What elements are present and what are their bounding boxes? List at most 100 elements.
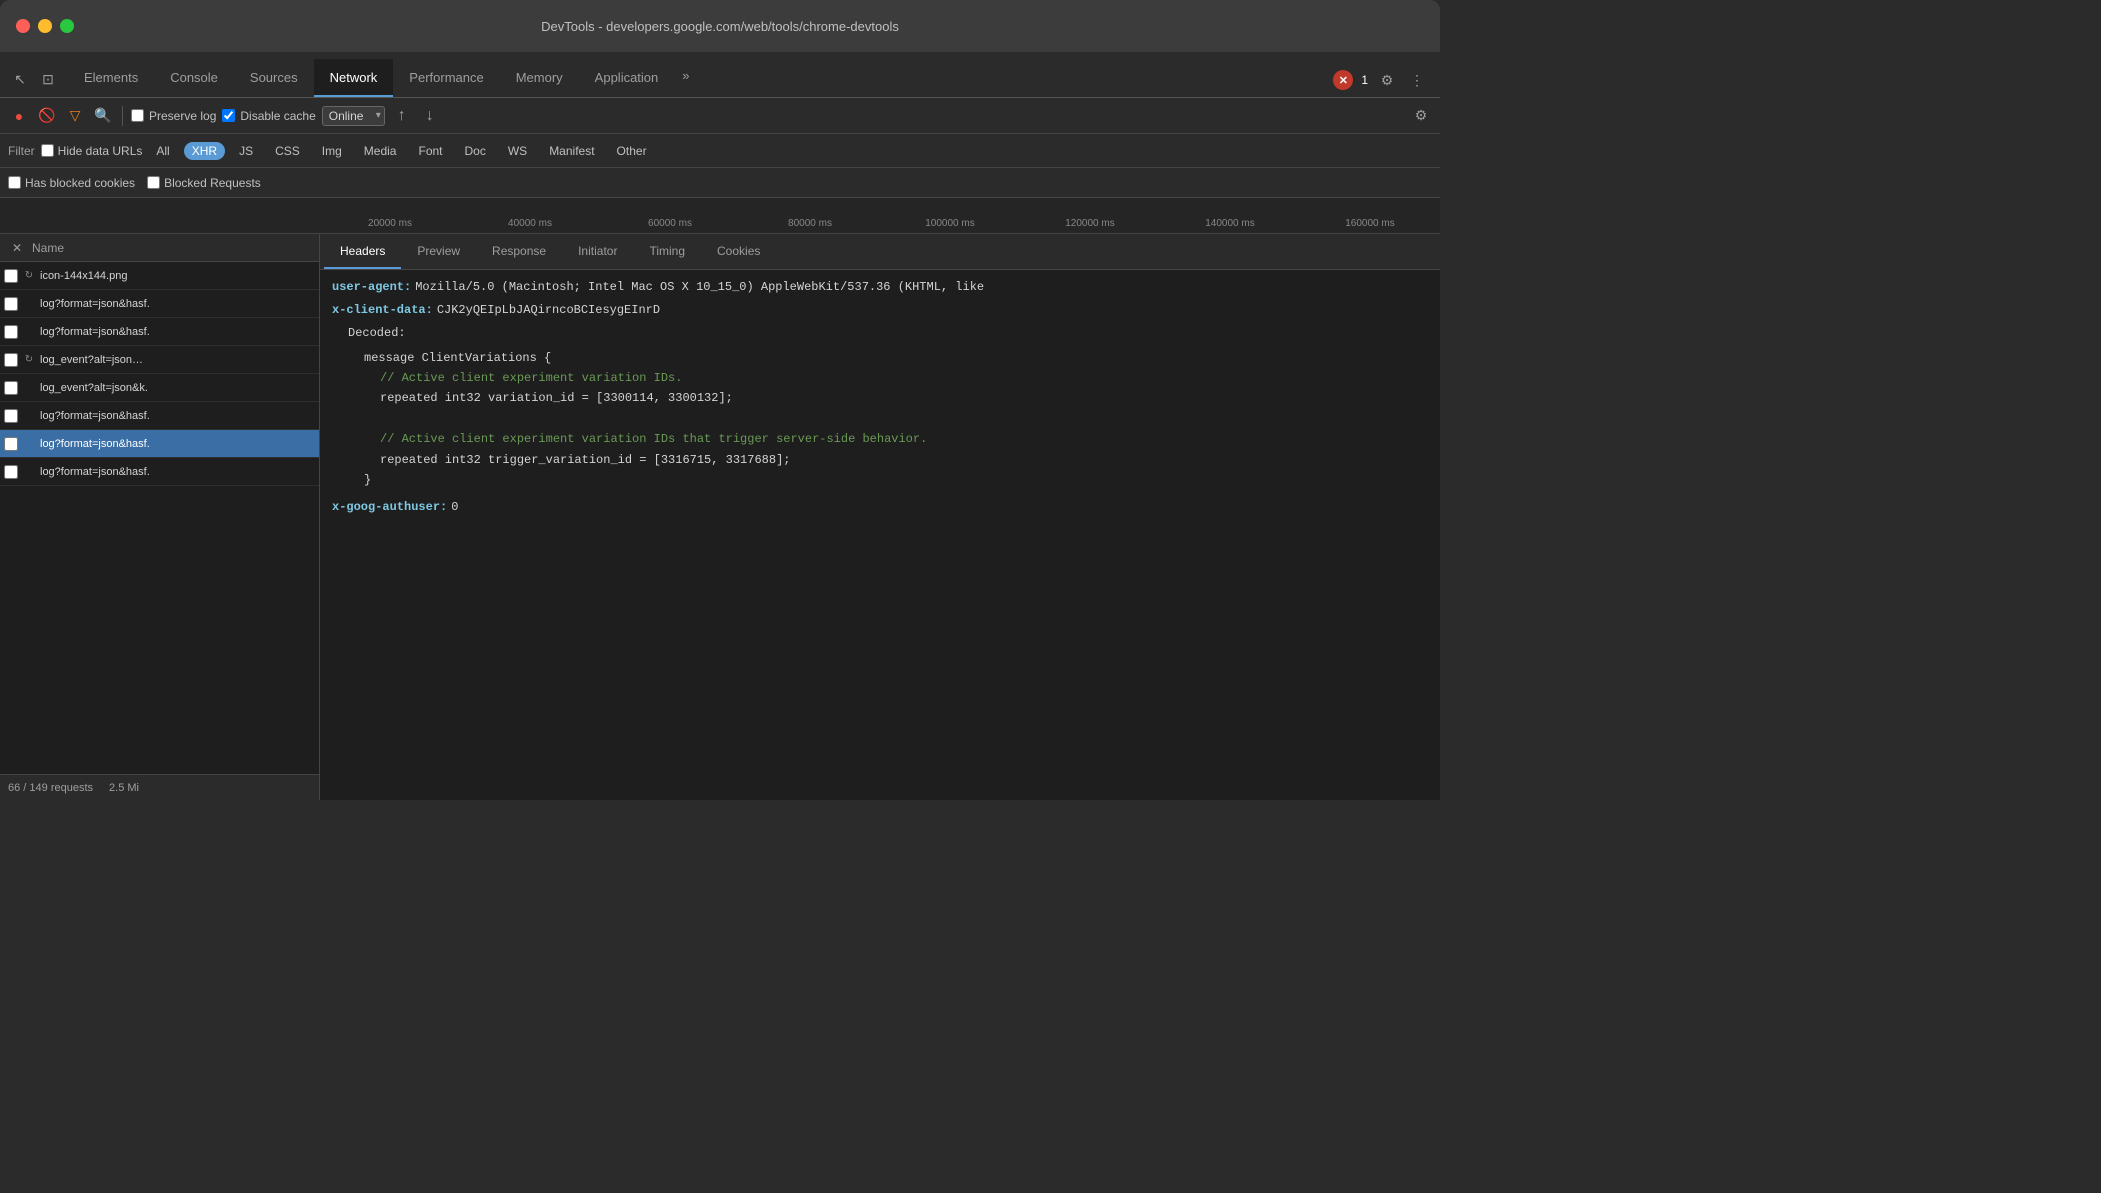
tab-headers[interactable]: Headers	[324, 235, 401, 269]
tab-elements[interactable]: Elements	[68, 59, 154, 97]
item-checkbox[interactable]	[4, 409, 18, 423]
item-name: log?format=json&hasf.	[40, 438, 315, 450]
filter-doc[interactable]: Doc	[457, 142, 494, 160]
filter-xhr[interactable]: XHR	[184, 142, 225, 160]
network-item[interactable]: log?format=json&hasf.	[0, 458, 319, 486]
main-tabbar: ↖ ⊡ Elements Console Sources Network Per…	[0, 52, 1440, 98]
filter-css[interactable]: CSS	[267, 142, 308, 160]
network-statusbar: 66 / 149 requests 2.5 Mi	[0, 774, 319, 800]
network-item-selected[interactable]: log?format=json&hasf.	[0, 430, 319, 458]
filter-img[interactable]: Img	[314, 142, 350, 160]
preserve-log-checkbox[interactable]	[131, 109, 144, 122]
blocked-bar: Has blocked cookies Blocked Requests	[0, 168, 1440, 198]
headers-content: user-agent: Mozilla/5.0 (Macintosh; Inte…	[320, 270, 1440, 800]
timeline-ruler: 20000 ms 40000 ms 60000 ms 80000 ms 1000…	[320, 218, 1440, 233]
record-button[interactable]: ●	[8, 105, 30, 127]
network-item[interactable]: log?format=json&hasf.	[0, 290, 319, 318]
item-checkbox[interactable]	[4, 325, 18, 339]
hide-data-urls-checkbox[interactable]	[41, 144, 54, 157]
has-blocked-cookies-label[interactable]: Has blocked cookies	[8, 176, 135, 190]
item-checkbox[interactable]	[4, 353, 18, 367]
tab-network[interactable]: Network	[314, 59, 394, 97]
fullscreen-button[interactable]	[60, 19, 74, 33]
devtools-panel: ↖ ⊡ Elements Console Sources Network Per…	[0, 52, 1440, 800]
code-line-3: repeated int32 variation_id = [3300114, …	[380, 388, 1428, 408]
tab-right-controls: ✕ 1 ⚙ ⋮	[1321, 69, 1440, 97]
tab-sources[interactable]: Sources	[234, 59, 314, 97]
error-icon: ✕	[1339, 74, 1348, 87]
tick-40000: 40000 ms	[460, 218, 600, 229]
filter-js[interactable]: JS	[231, 142, 261, 160]
filter-font[interactable]: Font	[410, 142, 450, 160]
filter-ws[interactable]: WS	[500, 142, 535, 160]
filter-other[interactable]: Other	[609, 142, 655, 160]
network-list-header: ✕ Name	[0, 234, 319, 262]
hide-data-urls-label[interactable]: Hide data URLs	[41, 144, 143, 158]
download-button[interactable]: ↓	[419, 105, 441, 127]
tab-application[interactable]: Application	[579, 59, 675, 97]
filter-bar: Filter Hide data URLs All XHR JS CSS Img…	[0, 134, 1440, 168]
titlebar: DevTools - developers.google.com/web/too…	[0, 0, 1440, 52]
close-detail-button[interactable]: ✕	[8, 239, 26, 257]
network-item[interactable]: log?format=json&hasf.	[0, 402, 319, 430]
network-toolbar: ● 🚫 ▽ 🔍 Preserve log Disable cache Onlin…	[0, 98, 1440, 134]
tick-140000: 140000 ms	[1160, 218, 1300, 229]
tick-20000: 20000 ms	[320, 218, 460, 229]
preserve-log-label[interactable]: Preserve log	[131, 109, 216, 123]
blocked-requests-checkbox[interactable]	[147, 176, 160, 189]
tab-preview[interactable]: Preview	[401, 235, 476, 269]
network-settings-button[interactable]: ⚙	[1410, 105, 1432, 127]
item-checkbox[interactable]	[4, 437, 18, 451]
network-item[interactable]: ↻ log_event?alt=json…	[0, 346, 319, 374]
code-line-4: // Active client experiment variation ID…	[380, 429, 1428, 449]
drawer-icon[interactable]: ⊡	[36, 67, 60, 91]
filter-all[interactable]: All	[148, 142, 177, 160]
item-checkbox[interactable]	[4, 269, 18, 283]
item-checkbox[interactable]	[4, 381, 18, 395]
filter-icon[interactable]: ▽	[64, 105, 86, 127]
tick-160000: 160000 ms	[1300, 218, 1440, 229]
throttle-select[interactable]: Online	[322, 106, 385, 126]
item-spacer-icon	[22, 381, 36, 395]
user-agent-row: user-agent: Mozilla/5.0 (Macintosh; Inte…	[332, 278, 1428, 297]
settings-button[interactable]: ⚙	[1376, 69, 1398, 91]
item-spacer-icon	[22, 297, 36, 311]
decoded-label-row: Decoded:	[348, 324, 1428, 343]
item-spacer-icon	[22, 465, 36, 479]
filter-media[interactable]: Media	[356, 142, 405, 160]
more-tabs-button[interactable]: »	[674, 60, 697, 97]
item-name: log?format=json&hasf.	[40, 326, 315, 338]
item-checkbox[interactable]	[4, 465, 18, 479]
network-item[interactable]: ↻ icon-144x144.png	[0, 262, 319, 290]
upload-button[interactable]: ↑	[391, 105, 413, 127]
network-item[interactable]: log_event?alt=json&k.	[0, 374, 319, 402]
search-button[interactable]: 🔍	[92, 105, 114, 127]
disable-cache-checkbox[interactable]	[222, 109, 235, 122]
transfer-size: 2.5 Mi	[109, 782, 139, 794]
tab-response[interactable]: Response	[476, 235, 562, 269]
blocked-requests-label[interactable]: Blocked Requests	[147, 176, 261, 190]
minimize-button[interactable]	[38, 19, 52, 33]
tab-performance[interactable]: Performance	[393, 59, 499, 97]
has-blocked-cookies-checkbox[interactable]	[8, 176, 21, 189]
filter-manifest[interactable]: Manifest	[541, 142, 602, 160]
cursor-icon[interactable]: ↖	[8, 67, 32, 91]
kebab-menu-button[interactable]: ⋮	[1406, 69, 1428, 91]
item-checkbox[interactable]	[4, 297, 18, 311]
item-name: log?format=json&hasf.	[40, 298, 315, 310]
item-name: icon-144x144.png	[40, 270, 315, 282]
close-button[interactable]	[16, 19, 30, 33]
network-item[interactable]: log?format=json&hasf.	[0, 318, 319, 346]
tab-initiator[interactable]: Initiator	[562, 235, 633, 269]
item-name: log_event?alt=json&k.	[40, 382, 315, 394]
network-items-list: ↻ icon-144x144.png log?format=json&hasf.…	[0, 262, 319, 774]
x-goog-authuser-value: 0	[451, 498, 458, 517]
stop-button[interactable]: 🚫	[36, 105, 58, 127]
disable-cache-label[interactable]: Disable cache	[222, 109, 315, 123]
tab-console[interactable]: Console	[154, 59, 234, 97]
window-title: DevTools - developers.google.com/web/too…	[541, 19, 899, 34]
tab-cookies[interactable]: Cookies	[701, 235, 776, 269]
tab-memory[interactable]: Memory	[500, 59, 579, 97]
tab-timing[interactable]: Timing	[633, 235, 701, 269]
item-spacer-icon	[22, 437, 36, 451]
